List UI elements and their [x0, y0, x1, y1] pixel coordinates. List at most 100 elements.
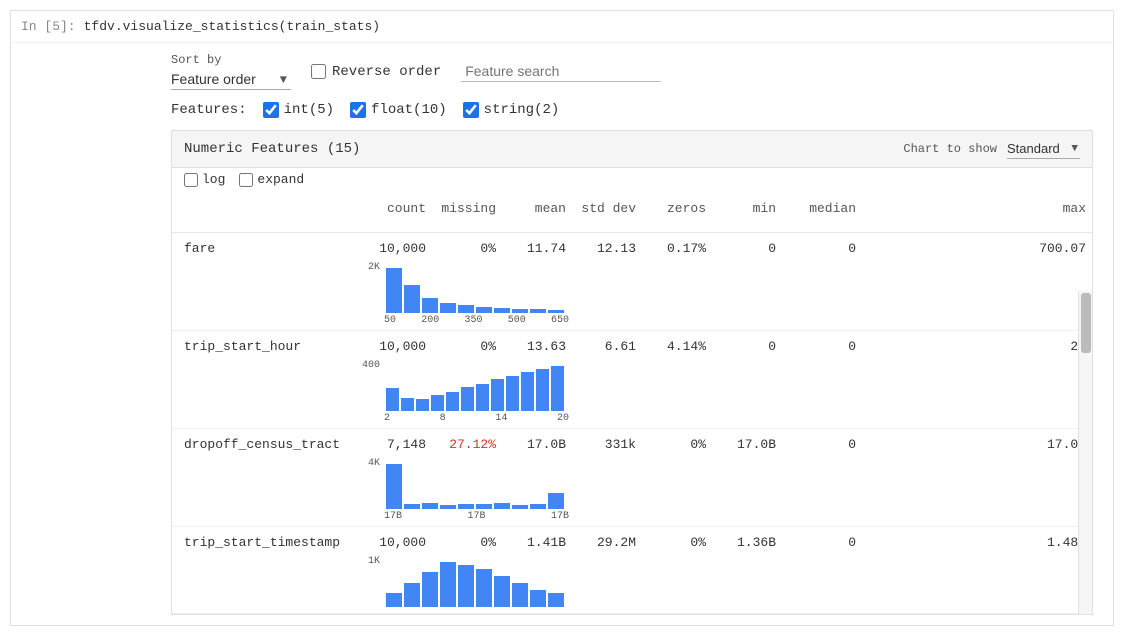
col-header-max: max: [862, 197, 1092, 220]
feature-stddev: 6.61: [572, 337, 642, 356]
chart-area: 4K 17B17B17B: [352, 456, 1092, 522]
cell-output: Sort by Feature order ▼ Reverse order Fe…: [11, 43, 1113, 625]
log-check-label[interactable]: log: [184, 172, 225, 187]
table-row: trip_start_timestamp 10,000 0% 1.41B 29.…: [172, 527, 1092, 614]
feature-median: 0: [782, 533, 862, 552]
sort-by-container: Sort by Feature order ▼: [171, 53, 291, 90]
feature-count: 10,000: [352, 337, 432, 356]
expand-check-label[interactable]: expand: [239, 172, 304, 187]
features-row: Features: int(5) float(10) string(2): [171, 102, 1093, 118]
feature-count: 7,148: [352, 435, 432, 454]
cell-input: In [5]: tfdv.visualize_statistics(train_…: [11, 11, 1113, 43]
col-header-name: [172, 197, 352, 220]
feature-mean: 11.74: [502, 239, 572, 258]
scrollbar-thumb[interactable]: [1081, 293, 1091, 353]
bar-chart-wrapper: 281420: [384, 358, 569, 424]
x-labels: 50200350500650: [384, 315, 569, 326]
feature-min: 17.0B: [712, 435, 782, 454]
reverse-order-checkbox[interactable]: [311, 64, 326, 79]
features-label: Features:: [171, 102, 247, 118]
log-expand-row: log expand: [172, 168, 1092, 193]
feature-median: 0: [782, 337, 862, 356]
y-label: 4K: [352, 456, 380, 469]
table-row: fare 10,000 0% 11.74 12.13 0.17% 0 0 700…: [172, 233, 1092, 331]
feature-name: trip_start_timestamp: [172, 535, 352, 550]
feature-zeros: 0%: [642, 533, 712, 552]
feature-name: trip_start_hour: [172, 339, 352, 354]
y-label: 2K: [352, 260, 380, 273]
stats-table: Numeric Features (15) Chart to show Stan…: [171, 130, 1093, 615]
float-checkbox[interactable]: [350, 102, 366, 118]
expand-text: expand: [257, 172, 304, 187]
feature-min: 1.36B: [712, 533, 782, 552]
feature-search-input[interactable]: [461, 61, 661, 82]
feature-missing: 0%: [432, 337, 502, 356]
x-labels: 281420: [384, 413, 569, 424]
y-label: 400: [352, 358, 380, 371]
col-header-median: median: [782, 197, 862, 220]
feature-median: 0: [782, 239, 862, 258]
chart-area: 400 281420: [352, 358, 1092, 424]
reverse-order-text: Reverse order: [332, 64, 441, 80]
feature-missing: 27.12%: [432, 435, 502, 454]
reverse-order-label[interactable]: Reverse order: [311, 64, 441, 80]
float-feature-check[interactable]: float(10): [350, 102, 447, 118]
log-checkbox[interactable]: [184, 173, 198, 187]
int-checkbox[interactable]: [263, 102, 279, 118]
expand-checkbox[interactable]: [239, 173, 253, 187]
feature-max: 700.07: [862, 239, 1092, 258]
cell-label: In [5]:: [21, 19, 76, 34]
chart-to-show-select[interactable]: Standard: [1007, 139, 1080, 159]
feature-min: 0: [712, 337, 782, 356]
sort-select-wrapper: Feature order ▼: [171, 69, 291, 90]
x-labels: 17B17B17B: [384, 511, 569, 522]
string-checkbox[interactable]: [463, 102, 479, 118]
log-text: log: [202, 172, 225, 187]
table-row: trip_start_hour 10,000 0% 13.63 6.61 4.1…: [172, 331, 1092, 429]
feature-zeros: 4.14%: [642, 337, 712, 356]
feature-zeros: 0.17%: [642, 239, 712, 258]
sort-by-select[interactable]: Feature order: [171, 69, 291, 90]
bar-chart: [384, 358, 569, 413]
stats-title: Numeric Features (15): [184, 141, 360, 157]
feature-max: 1.48B: [862, 533, 1092, 552]
bar-chart-wrapper: 17B17B17B: [384, 456, 569, 522]
cell-code: tfdv.visualize_statistics(train_stats): [84, 19, 380, 34]
chart-area: 2K 50200350500650: [352, 260, 1092, 326]
scrollbar[interactable]: [1078, 291, 1092, 614]
stats-header-bar: Numeric Features (15) Chart to show Stan…: [172, 131, 1092, 168]
string-feature-check[interactable]: string(2): [463, 102, 560, 118]
feature-zeros: 0%: [642, 435, 712, 454]
y-label: 1K: [352, 554, 380, 567]
float-label: float(10): [371, 102, 447, 118]
feature-name: dropoff_census_tract: [172, 437, 352, 452]
feature-missing: 0%: [432, 239, 502, 258]
controls-row: Sort by Feature order ▼ Reverse order: [171, 53, 1093, 90]
col-header-stddev: std dev: [572, 197, 642, 220]
chart-controls: Chart to show Standard ▼: [903, 139, 1080, 159]
chart-select-wrapper: Standard ▼: [1007, 139, 1080, 159]
column-headers: count missing mean std dev zeros min med…: [172, 193, 1092, 233]
col-header-missing: missing: [432, 197, 502, 220]
feature-mean: 1.41B: [502, 533, 572, 552]
string-label: string(2): [484, 102, 560, 118]
feature-min: 0: [712, 239, 782, 258]
feature-count: 10,000: [352, 239, 432, 258]
bar-chart: [384, 260, 569, 315]
feature-name: fare: [172, 241, 352, 256]
feature-stddev: 29.2M: [572, 533, 642, 552]
int-feature-check[interactable]: int(5): [263, 102, 334, 118]
feature-mean: 13.63: [502, 337, 572, 356]
int-label: int(5): [284, 102, 334, 118]
bar-chart: [384, 456, 569, 511]
col-header-chart: [172, 220, 352, 228]
feature-missing: 0%: [432, 533, 502, 552]
sort-by-label: Sort by: [171, 53, 291, 67]
col-header-min: min: [712, 197, 782, 220]
feature-stddev: 331k: [572, 435, 642, 454]
col-header-zeros: zeros: [642, 197, 712, 220]
chart-to-show-label: Chart to show: [903, 142, 997, 156]
col-header-count: count: [352, 197, 432, 220]
table-row: dropoff_census_tract 7,148 27.12% 17.0B …: [172, 429, 1092, 527]
bar-chart-wrapper: [384, 554, 569, 609]
